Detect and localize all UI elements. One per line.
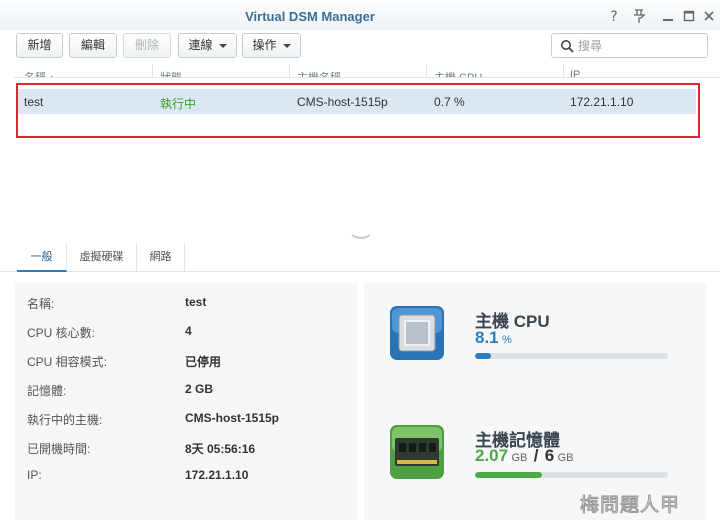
search-input[interactable] [578,35,698,56]
info-value-cpu-compat: 已停用 [185,355,222,369]
column-divider[interactable] [563,64,564,77]
svg-text:?: ? [610,9,617,24]
info-label-name: 名稱: [27,297,55,311]
memory-used-unit: GB [511,452,528,464]
grid-header: 名稱 ▴ 狀態 主機名稱 主機 CPU IP [14,64,720,78]
column-divider[interactable] [152,64,153,77]
cpu-usage-readout: 8.1 % [475,328,512,348]
highlight-box [16,83,700,138]
column-header-status[interactable]: 狀態 [160,69,182,77]
search-box[interactable] [551,33,708,58]
host-stats-panel: 主機 CPU 8.1 % 主機記憶體 2.07 GB / 6 GB [364,283,706,520]
info-label-cpu-cores: CPU 核心數: [27,326,96,340]
memory-usage-readout: 2.07 GB / 6 GB [475,446,573,466]
question-icon[interactable]: ? [606,8,622,24]
connect-dropdown[interactable]: 連線 [178,33,237,58]
connect-label: 連線 [188,38,213,52]
column-divider[interactable] [426,64,427,77]
info-value-ip: 172.21.1.10 [185,468,249,482]
delete-button[interactable]: 刪除 [123,33,171,58]
watermark: 梅問題人甲 [579,494,681,517]
minimize-icon[interactable] [660,8,676,24]
info-value-running-host: CMS-host-1515p [185,411,280,425]
tab-general[interactable]: 一般 [17,243,67,272]
toolbar: 新增 編輯 刪除 連線 操作 [0,30,720,64]
chevron-down-icon [282,43,291,48]
title-bar: Virtual DSM Manager ? [0,0,720,30]
general-info-panel: 名稱: test CPU 核心數: 4 CPU 相容模式: 已停用 記憶體: 2… [15,283,357,520]
memory-total-unit: GB [557,452,574,464]
chevron-down-icon [218,43,227,48]
edit-button[interactable]: 編輯 [69,33,117,58]
column-divider[interactable] [289,64,290,77]
info-value-memory: 2 GB [185,382,214,396]
splitter-handle[interactable] [0,231,720,243]
detail-tabs: 一般 虛擬硬碟 網路 [0,243,720,272]
info-value-cpu-cores: 4 [185,324,192,338]
column-header-name[interactable]: 名稱 ▴ [24,69,55,77]
info-value-uptime: 8天 05:56:16 [185,442,256,456]
memory-used-value: 2.07 [475,446,509,465]
info-label-ip: IP: [27,468,42,482]
info-label-cpu-compat: CPU 相容模式: [27,355,108,369]
cpu-usage-value: 8.1 [475,328,499,347]
memory-usage-bar-fill [475,472,542,478]
column-header-host[interactable]: 主機名稱 [297,69,341,77]
splitter-grip-icon [351,234,371,239]
tab-virtual-disk[interactable]: 虛擬硬碟 [67,243,137,272]
info-label-uptime: 已開機時間: [27,442,91,456]
column-header-ip[interactable]: IP [570,69,580,77]
pin-icon[interactable] [631,8,647,24]
action-label: 操作 [252,38,277,52]
cpu-usage-unit: % [501,334,512,346]
action-dropdown[interactable]: 操作 [242,33,301,58]
cpu-chip-icon [390,306,444,360]
create-button[interactable]: 新增 [16,33,63,58]
info-label-running-host: 執行中的主機: [27,413,103,427]
memory-total-value: 6 [544,446,555,465]
memory-usage-bar [475,472,668,478]
cpu-usage-bar [475,353,668,359]
search-icon [561,40,574,53]
column-header-cpu[interactable]: 主機 CPU [434,69,482,77]
tab-network[interactable]: 網路 [137,243,185,272]
cpu-usage-bar-fill [475,353,491,359]
memory-module-icon [390,425,444,479]
memory-separator: / [533,446,539,465]
maximize-icon[interactable] [681,8,697,24]
close-icon[interactable] [701,8,717,24]
info-value-name: test [185,295,207,309]
info-label-memory: 記憶體: [27,384,67,398]
